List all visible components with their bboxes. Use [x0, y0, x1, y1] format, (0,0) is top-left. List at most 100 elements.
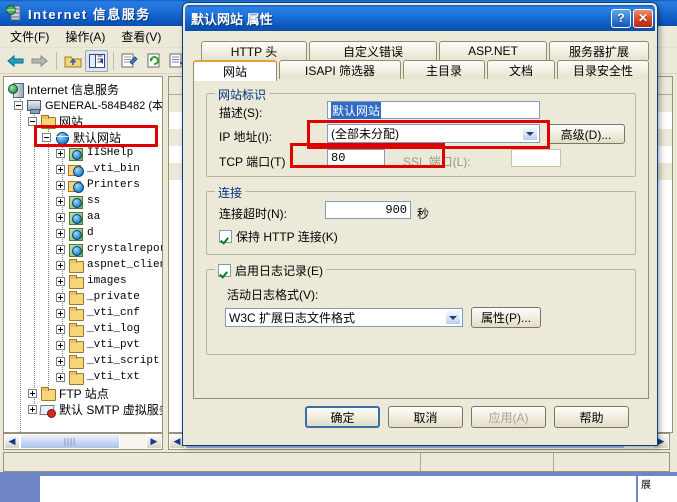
advanced-button[interactable]: 高级(D)...	[547, 124, 625, 144]
forward-icon[interactable]	[28, 50, 51, 72]
ssl-port-input[interactable]	[511, 149, 561, 167]
expand-expander-icon[interactable]	[56, 244, 65, 254]
tree-node-default-web-site[interactable]: 默认网站	[42, 129, 121, 145]
expand-expander-icon[interactable]	[56, 372, 65, 382]
menu-file[interactable]: 文件(F)	[6, 26, 61, 47]
expand-expander-icon[interactable]	[56, 164, 65, 174]
expand-expander-icon[interactable]	[56, 148, 65, 158]
tree-node-images[interactable]: images	[56, 273, 127, 289]
tab-isapi-filters[interactable]: ISAPI 筛选器	[279, 60, 401, 79]
connection-timeout-input[interactable]: 900	[325, 201, 411, 219]
tree-node-ss[interactable]: ss	[56, 193, 100, 209]
dialog-title-bar[interactable]: 默认网站 属性 ? ✕	[185, 5, 655, 31]
tree-node-web-sites[interactable]: 网站	[28, 113, 83, 129]
tree-node-aspnet-client[interactable]: aspnet_client	[56, 257, 162, 273]
expand-expander-icon[interactable]	[56, 196, 65, 206]
tab-directory-security[interactable]: 目录安全性	[557, 60, 649, 79]
expand-expander-icon[interactable]	[56, 276, 65, 286]
close-caption-button[interactable]: ✕	[633, 8, 653, 28]
tree-node-vti-script[interactable]: _vti_script	[56, 353, 160, 369]
tree-node-computer[interactable]: GENERAL-584B482 (本地计算机)	[14, 97, 162, 114]
tree-node-vti-log[interactable]: _vti_log	[56, 321, 140, 337]
tree-node-vti-bin[interactable]: _vti_bin	[56, 161, 140, 177]
tab-custom-errors[interactable]: 自定义错误	[309, 41, 437, 60]
chevron-down-icon[interactable]	[522, 126, 538, 141]
folder-icon	[68, 322, 84, 337]
ok-button[interactable]: 确定	[305, 406, 380, 428]
log-properties-button[interactable]: 属性(P)...	[471, 307, 541, 328]
chevron-down-icon[interactable]	[445, 310, 461, 325]
tree-node-vti-txt[interactable]: _vti_txt	[56, 369, 140, 385]
help-button[interactable]: 帮助	[554, 406, 629, 428]
collapse-expander-icon[interactable]	[14, 100, 23, 110]
tree-node-d[interactable]: d	[56, 225, 94, 241]
tree-node-private[interactable]: _private	[56, 289, 140, 305]
tree-node-label: aa	[87, 211, 101, 223]
description-input[interactable]: 默认网站	[327, 101, 540, 119]
show-hide-tree-icon[interactable]	[85, 49, 108, 72]
help-button-label: 帮助	[579, 410, 604, 425]
tab-home-directory[interactable]: 主目录	[403, 60, 485, 79]
tree-node-printers[interactable]: Printers	[56, 177, 140, 193]
collapse-expander-icon[interactable]	[42, 132, 51, 142]
up-folder-icon[interactable]	[61, 50, 84, 72]
expand-expander-icon[interactable]	[56, 180, 65, 190]
tree-node-default-smtp[interactable]: 默认 SMTP 虚拟服务器	[28, 401, 162, 418]
expand-expander-icon[interactable]	[56, 356, 65, 366]
expand-expander-icon[interactable]	[56, 260, 65, 270]
expand-expander-icon[interactable]	[28, 404, 37, 414]
advanced-button-label: 高级(D)...	[560, 127, 612, 142]
iis-tree-panel[interactable]: Internet 信息服务 GENERAL-584B482 (本地计算机) 网站…	[3, 76, 163, 433]
scroll-track[interactable]	[120, 434, 146, 449]
tree-node-aa[interactable]: aa	[56, 209, 100, 225]
expand-expander-icon[interactable]	[56, 228, 65, 238]
tree-node-vti-cnf[interactable]: _vti_cnf	[56, 305, 140, 321]
scroll-right-arrow[interactable]: ▶	[146, 434, 162, 449]
desktop-edge-label: 展	[636, 476, 677, 502]
expand-expander-icon[interactable]	[56, 292, 65, 302]
tab-web-site[interactable]: 网站	[193, 60, 277, 81]
expand-expander-icon[interactable]	[56, 340, 65, 350]
expand-expander-icon[interactable]	[56, 324, 65, 334]
back-icon[interactable]	[4, 50, 27, 72]
checkbox-icon[interactable]	[219, 230, 232, 243]
expand-expander-icon[interactable]	[56, 212, 65, 222]
package-icon	[68, 146, 84, 161]
dialog-title: 默认网站 属性	[191, 11, 273, 27]
collapse-expander-icon[interactable]	[28, 116, 37, 126]
dialog-button-row: 确定 取消 应用(A) 帮助	[185, 406, 657, 436]
tree-node-label: _private	[87, 291, 140, 303]
ip-address-value: (全部未分配)	[331, 127, 399, 141]
tab-documents[interactable]: 文档	[487, 60, 555, 79]
toolbar-separator-1	[56, 51, 57, 70]
tree-node-vti-pvt[interactable]: _vti_pvt	[56, 337, 140, 353]
tree-node-iis-root[interactable]: Internet 信息服务	[8, 81, 119, 98]
refresh-icon[interactable]	[142, 50, 165, 72]
menu-view[interactable]: 查看(V)	[117, 26, 173, 47]
package-icon	[68, 242, 84, 257]
tree-node-iishelp[interactable]: IISHelp	[56, 145, 133, 161]
site-identification-group-label: 网站标识	[215, 86, 270, 103]
tree-horizontal-scrollbar[interactable]: ◀ |||| ▶	[3, 433, 163, 450]
properties-icon[interactable]	[118, 50, 141, 72]
ip-address-combobox[interactable]: (全部未分配)	[327, 124, 540, 143]
tab-aspnet[interactable]: ASP.NET	[439, 41, 547, 60]
help-caption-button[interactable]: ?	[611, 8, 631, 28]
scroll-thumb[interactable]: ||||	[20, 434, 120, 449]
tree-node-crystalreportviewers[interactable]: crystalreportviewers11	[56, 241, 162, 257]
scroll-left-arrow[interactable]: ◀	[4, 434, 20, 449]
menu-action[interactable]: 操作(A)	[61, 26, 117, 47]
default-web-site-properties-dialog: 默认网站 属性 ? ✕ HTTP 头 自定义错误 ASP.NET 服务器扩展 网…	[182, 2, 658, 446]
tcp-port-input[interactable]: 80	[327, 149, 385, 167]
enable-logging-checkbox[interactable]: 启用日志记录(E)	[215, 262, 326, 279]
cancel-button[interactable]: 取消	[388, 406, 463, 428]
tree-node-label: _vti_log	[87, 323, 140, 335]
active-log-format-combobox[interactable]: W3C 扩展日志文件格式	[225, 308, 463, 327]
expand-expander-icon[interactable]	[28, 388, 37, 398]
tab-http-headers[interactable]: HTTP 头	[201, 41, 307, 60]
checkbox-icon[interactable]	[218, 264, 231, 277]
keep-http-alive-checkbox[interactable]: 保持 HTTP 连接(K)	[219, 228, 338, 245]
expand-expander-icon[interactable]	[56, 308, 65, 318]
tree-node-ftp-sites[interactable]: FTP 站点	[28, 385, 109, 401]
tab-server-extensions[interactable]: 服务器扩展	[549, 41, 649, 60]
